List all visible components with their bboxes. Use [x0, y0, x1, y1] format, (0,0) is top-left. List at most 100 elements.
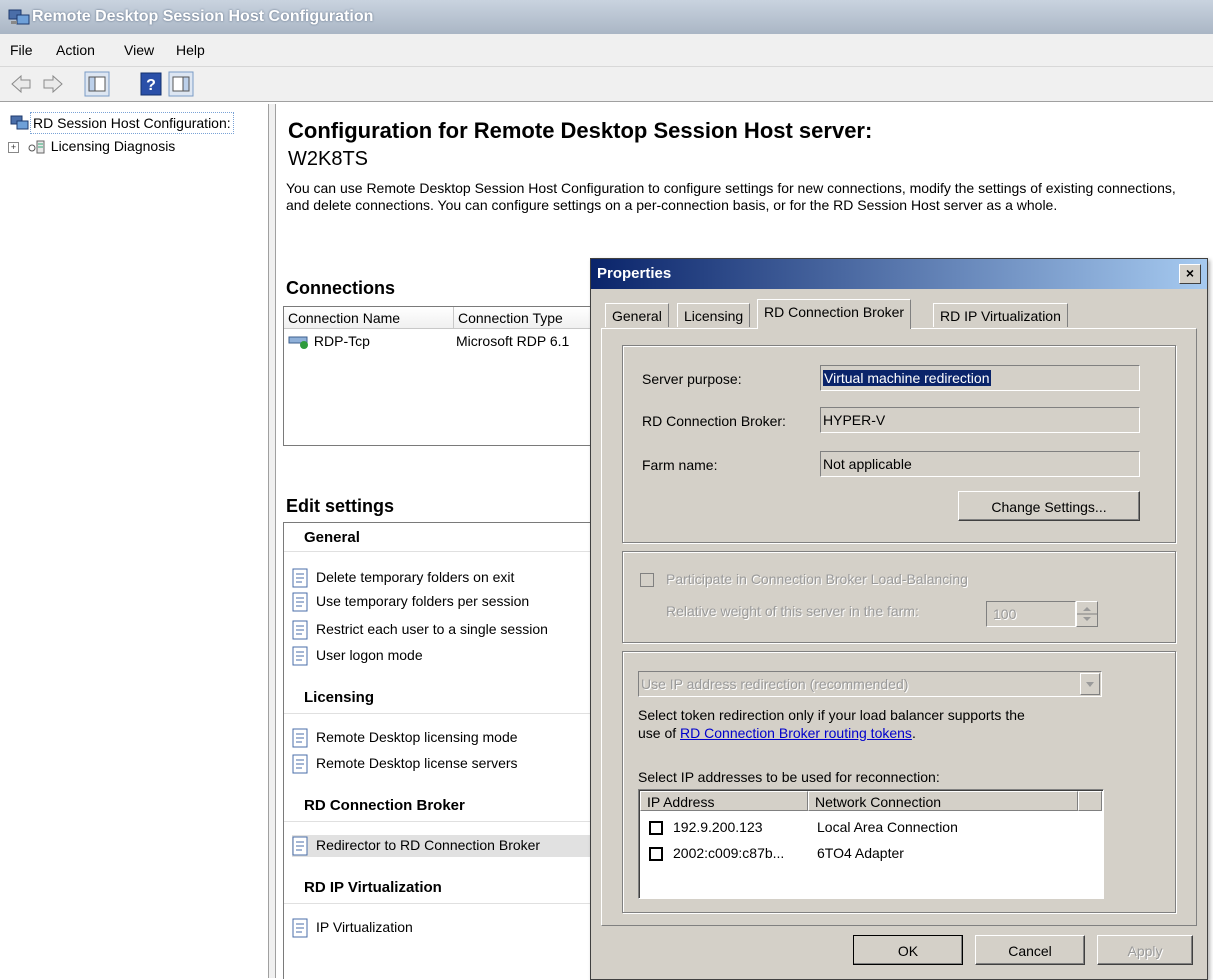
column-spacer — [1078, 791, 1102, 811]
ip-checkbox-1[interactable] — [649, 821, 663, 836]
console-tree: RD Session Host Configuration: + Licensi… — [0, 104, 269, 978]
licensing-diagnosis-icon — [28, 140, 45, 154]
weight-input[interactable]: 100 — [986, 601, 1076, 627]
edit-settings-heading: Edit settings — [286, 496, 395, 516]
menu-bar: File Action View Help — [0, 34, 1213, 67]
tab-rd-ip-virtualization[interactable]: RD IP Virtualization — [933, 303, 1068, 327]
broker-field[interactable]: HYPER-V — [820, 407, 1140, 433]
change-settings-button[interactable]: Change Settings... — [958, 491, 1140, 521]
setting-restrict-single-session[interactable]: Restrict each user to a single session — [292, 619, 548, 641]
settings-doc-icon — [292, 646, 308, 666]
server-purpose-field[interactable]: Virtual machine redirection — [820, 365, 1140, 391]
pane-splitter[interactable] — [268, 104, 276, 978]
connection-name-cell: RDP-Tcp — [313, 333, 370, 349]
tab-rd-connection-broker[interactable]: RD Connection Broker — [757, 299, 912, 329]
load-balancing-group — [622, 551, 1176, 643]
connections-list[interactable]: Connection Name Connection Type RDP-Tcp … — [283, 306, 595, 446]
menu-file[interactable]: File — [10, 34, 33, 66]
load-balancing-label: Participate in Connection Broker Load-Ba… — [666, 571, 968, 587]
column-connection-name[interactable]: Connection Name — [284, 307, 454, 329]
redirection-select[interactable]: Use IP address redirection (recommended) — [638, 671, 1102, 697]
group-rd-ip-virtualization: RD IP Virtualization — [304, 879, 442, 896]
ip-checkbox-2[interactable] — [649, 847, 663, 862]
properties-dialog: Properties × General Licensing RD Connec… — [590, 258, 1208, 980]
settings-doc-icon — [292, 918, 308, 938]
divider — [284, 551, 594, 552]
app-icon — [8, 9, 30, 25]
cancel-button[interactable]: Cancel — [975, 935, 1085, 965]
svg-text:?: ? — [146, 77, 156, 94]
spinner-arrows-icon — [1077, 607, 1097, 621]
group-licensing: Licensing — [304, 689, 375, 706]
setting-redirector-broker[interactable]: Redirector to RD Connection Broker — [292, 835, 592, 857]
tab-panel: Server purpose: Virtual machine redirect… — [601, 328, 1197, 926]
setting-delete-temp-folders[interactable]: Delete temporary folders on exit — [292, 567, 514, 589]
settings-doc-icon — [292, 728, 308, 748]
token-text-line1: Select token redirection only if your lo… — [638, 707, 1025, 723]
settings-doc-icon — [292, 568, 308, 588]
server-name: W2K8TS — [288, 148, 369, 170]
apply-button[interactable]: Apply — [1097, 935, 1193, 965]
toolbar: ? — [0, 67, 1213, 102]
farm-name-field[interactable]: Not applicable — [820, 451, 1140, 477]
table-row[interactable]: RDP-Tcp — [288, 333, 370, 350]
group-rd-connection-broker: RD Connection Broker — [304, 797, 465, 814]
setting-temp-folders-per-session[interactable]: Use temporary folders per session — [292, 591, 529, 613]
settings-doc-icon — [292, 620, 308, 640]
column-network-connection[interactable]: Network Connection — [808, 791, 1078, 811]
settings-doc-icon — [292, 754, 308, 774]
divider — [284, 821, 594, 822]
dropdown-button[interactable] — [1080, 673, 1100, 695]
expand-plus-icon[interactable]: + — [8, 141, 19, 153]
network-connection-cell: 6TO4 Adapter — [817, 845, 904, 861]
network-connection-cell: Local Area Connection — [817, 819, 958, 835]
setting-license-servers[interactable]: Remote Desktop license servers — [292, 753, 518, 775]
tree-item-licensing-diagnosis[interactable]: + Licensing Diagnosis — [8, 136, 175, 156]
close-icon[interactable]: × — [1179, 264, 1201, 284]
page-title: Configuration for Remote Desktop Session… — [288, 118, 873, 143]
farm-name-label: Farm name: — [642, 457, 718, 473]
tab-licensing[interactable]: Licensing — [677, 303, 751, 327]
menu-view[interactable]: View — [124, 34, 154, 66]
token-text-line2: use of RD Connection Broker routing toke… — [638, 725, 916, 741]
settings-doc-icon — [292, 836, 308, 856]
tree-item-root-label: RD Session Host Configuration: — [30, 112, 234, 134]
setting-ip-virtualization[interactable]: IP Virtualization — [292, 917, 413, 939]
divider — [284, 903, 594, 904]
tree-item-root[interactable]: RD Session Host Configuration: — [10, 112, 234, 134]
forward-arrow-icon[interactable] — [40, 71, 66, 97]
menu-help[interactable]: Help — [176, 34, 205, 66]
back-arrow-icon[interactable] — [8, 71, 34, 97]
connections-heading: Connections — [286, 278, 396, 298]
tree-item-licensing-label: Licensing Diagnosis — [50, 138, 176, 154]
rd-session-host-icon — [10, 115, 29, 130]
list-item[interactable]: 2002:c009:c87b... — [649, 842, 784, 864]
action-pane-icon[interactable] — [168, 71, 194, 97]
edit-settings-list: General Delete temporary folders on exit… — [283, 522, 595, 979]
title-bar: Remote Desktop Session Host Configuratio… — [0, 0, 1213, 34]
group-general: General — [304, 529, 360, 546]
weight-spinner[interactable] — [1076, 601, 1098, 627]
list-item[interactable]: 192.9.200.123 — [649, 816, 763, 838]
weight-label: Relative weight of this server in the fa… — [666, 603, 919, 619]
help-icon[interactable]: ? — [138, 71, 164, 97]
ip-select-label: Select IP addresses to be used for recon… — [638, 769, 940, 785]
ok-button[interactable]: OK — [853, 935, 963, 965]
routing-tokens-link[interactable]: RD Connection Broker routing tokens — [680, 725, 912, 741]
setting-user-logon-mode[interactable]: User logon mode — [292, 645, 423, 667]
network-connection-icon — [288, 336, 308, 350]
page-description: You can use Remote Desktop Session Host … — [286, 180, 1176, 213]
setting-licensing-mode[interactable]: Remote Desktop licensing mode — [292, 727, 518, 749]
tab-general[interactable]: General — [605, 303, 669, 327]
chevron-down-icon — [1086, 682, 1094, 687]
load-balancing-checkbox[interactable] — [640, 573, 654, 587]
dialog-title: Properties — [597, 265, 672, 282]
ip-address-list[interactable]: IP Address Network Connection 192.9.200.… — [638, 789, 1104, 899]
column-ip-address[interactable]: IP Address — [640, 791, 808, 811]
divider — [284, 713, 594, 714]
column-connection-type[interactable]: Connection Type — [454, 307, 594, 329]
dialog-title-bar[interactable]: Properties × — [591, 259, 1207, 289]
connection-type-cell: Microsoft RDP 6.1 — [456, 333, 570, 349]
menu-action[interactable]: Action — [56, 34, 95, 66]
show-hide-tree-icon[interactable] — [84, 71, 110, 97]
